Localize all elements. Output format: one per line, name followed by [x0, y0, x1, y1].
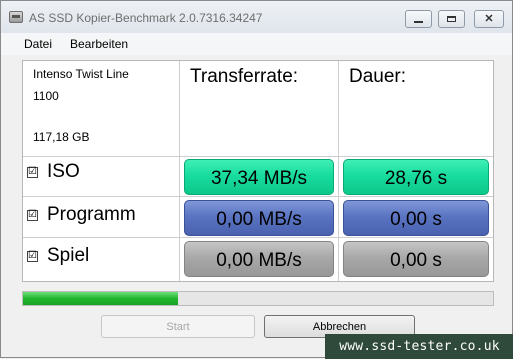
programm-dauer: 0,00 s — [343, 200, 489, 236]
window-title: AS SSD Kopier-Benchmark 2.0.7316.34247 — [29, 11, 263, 25]
spiel-dauer: 0,00 s — [343, 241, 489, 277]
row-iso-label: ☑ ISO — [27, 161, 80, 183]
iso-transferrate: 37,34 MB/s — [184, 159, 334, 195]
row-label-text: ISO — [47, 161, 80, 182]
menu-bar: Datei Bearbeiten — [1, 33, 512, 55]
drive-name: Intenso Twist Line — [33, 67, 129, 81]
close-button[interactable]: ✕ — [474, 10, 504, 28]
divider — [23, 237, 493, 238]
spiel-checkbox[interactable]: ☑ — [27, 250, 38, 262]
benchmark-window: AS SSD Kopier-Benchmark 2.0.7316.34247 ✕… — [0, 0, 513, 359]
header-dauer: Dauer: — [349, 66, 407, 87]
progress-fill — [23, 292, 178, 305]
drive-size: 117,18 GB — [33, 130, 90, 144]
maximize-button[interactable] — [438, 10, 465, 28]
programm-checkbox[interactable]: ☑ — [27, 209, 38, 221]
results-panel: Intenso Twist Line 1100 117,18 GB Transf… — [22, 60, 494, 282]
divider — [23, 156, 493, 157]
row-programm-label: ☑ Programm — [27, 204, 136, 226]
row-spiel-label: ☑ Spiel — [27, 245, 89, 267]
watermark: www.ssd-tester.co.uk — [325, 334, 513, 359]
programm-transferrate: 0,00 MB/s — [184, 200, 334, 236]
iso-dauer: 28,76 s — [343, 159, 489, 195]
start-button[interactable]: Start — [101, 315, 255, 338]
row-label-text: Spiel — [47, 245, 90, 266]
header-transferrate: Transferrate: — [190, 66, 299, 87]
minimize-button[interactable] — [405, 10, 432, 28]
progress-bar — [22, 291, 494, 306]
title-bar: AS SSD Kopier-Benchmark 2.0.7316.34247 ✕ — [1, 1, 512, 33]
menu-datei[interactable]: Datei — [22, 37, 54, 51]
iso-checkbox[interactable]: ☑ — [27, 166, 38, 178]
disk-icon — [9, 11, 23, 23]
divider — [338, 61, 339, 281]
maximize-icon — [447, 16, 456, 22]
menu-bearbeiten[interactable]: Bearbeiten — [68, 37, 130, 51]
divider — [179, 61, 180, 281]
close-icon: ✕ — [484, 12, 494, 25]
minimize-icon — [414, 21, 423, 23]
divider — [23, 196, 493, 197]
spiel-transferrate: 0,00 MB/s — [184, 241, 334, 277]
row-label-text: Programm — [47, 204, 136, 225]
drive-model: 1100 — [33, 89, 59, 103]
